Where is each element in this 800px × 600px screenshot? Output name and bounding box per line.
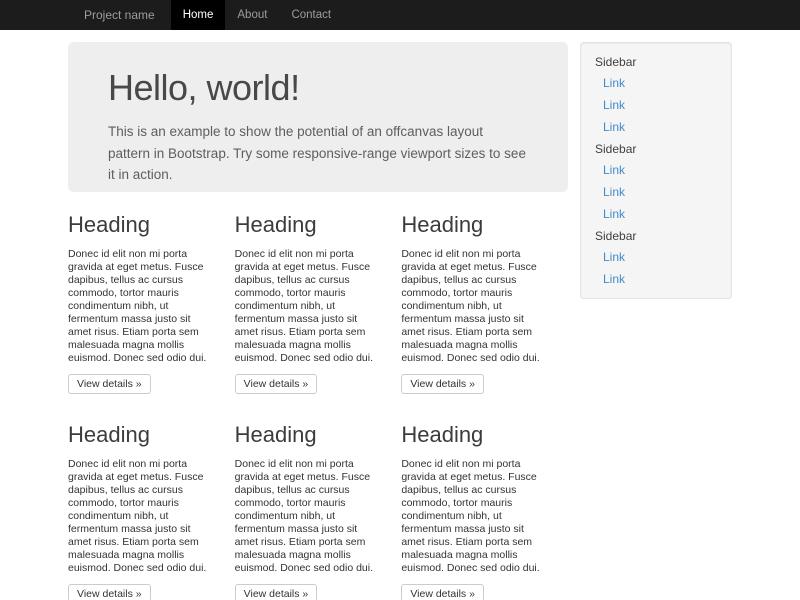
view-details-button[interactable]: View details » (235, 584, 318, 600)
sidebar-link[interactable]: Link (595, 268, 717, 290)
cards-row-1: Heading Donec id elit non mi porta gravi… (68, 206, 568, 394)
page-container: Hello, world! This is an example to show… (68, 30, 732, 600)
view-details-button[interactable]: View details » (68, 374, 151, 394)
sidebar-group-header: Sidebar (595, 51, 717, 72)
nav-item-contact[interactable]: Contact (279, 0, 343, 30)
card-heading: Heading (68, 422, 217, 448)
navbar-inner: Project name Home About Contact (68, 0, 800, 30)
card: Heading Donec id elit non mi porta gravi… (401, 206, 568, 394)
sidebar-link[interactable]: Link (595, 203, 717, 225)
navbar-nav: Home About Contact (171, 0, 343, 30)
card-heading: Heading (68, 212, 217, 238)
cards-row-2: Heading Donec id elit non mi porta gravi… (68, 416, 568, 600)
card-heading: Heading (401, 212, 550, 238)
content-row: Hello, world! This is an example to show… (68, 30, 732, 600)
sidebar-link[interactable]: Link (595, 116, 717, 138)
sidebar-link[interactable]: Link (595, 94, 717, 116)
sidebar-group-header: Sidebar (595, 138, 717, 159)
card: Heading Donec id elit non mi porta gravi… (68, 206, 235, 394)
card-heading: Heading (235, 212, 384, 238)
navbar: Project name Home About Contact (0, 0, 800, 30)
nav-item-about[interactable]: About (225, 0, 279, 30)
nav-item-home[interactable]: Home (171, 0, 226, 30)
sidebar-link[interactable]: Link (595, 246, 717, 268)
card-body: Donec id elit non mi porta gravida at eg… (401, 458, 550, 575)
jumbotron-text: This is an example to show the potential… (108, 121, 528, 186)
card-body: Donec id elit non mi porta gravida at eg… (401, 248, 550, 365)
card: Heading Donec id elit non mi porta gravi… (235, 206, 402, 394)
sidebar-group-header: Sidebar (595, 225, 717, 246)
card-body: Donec id elit non mi porta gravida at eg… (68, 458, 217, 575)
main-column: Hello, world! This is an example to show… (68, 30, 568, 600)
jumbotron-title: Hello, world! (108, 67, 528, 109)
card-body: Donec id elit non mi porta gravida at eg… (235, 248, 384, 365)
card-heading: Heading (401, 422, 550, 448)
navbar-brand[interactable]: Project name (68, 0, 171, 30)
view-details-button[interactable]: View details » (401, 374, 484, 394)
card-body: Donec id elit non mi porta gravida at eg… (68, 248, 217, 365)
card: Heading Donec id elit non mi porta gravi… (401, 416, 568, 600)
sidebar-link[interactable]: Link (595, 159, 717, 181)
card: Heading Donec id elit non mi porta gravi… (68, 416, 235, 600)
sidebar-link[interactable]: Link (595, 181, 717, 203)
sidebar: Sidebar Link Link Link Sidebar Link Link… (568, 42, 732, 600)
card-heading: Heading (235, 422, 384, 448)
card: Heading Donec id elit non mi porta gravi… (235, 416, 402, 600)
view-details-button[interactable]: View details » (68, 584, 151, 600)
sidebar-link[interactable]: Link (595, 72, 717, 94)
card-body: Donec id elit non mi porta gravida at eg… (235, 458, 384, 575)
jumbotron: Hello, world! This is an example to show… (68, 42, 568, 192)
view-details-button[interactable]: View details » (401, 584, 484, 600)
view-details-button[interactable]: View details » (235, 374, 318, 394)
sidebar-well: Sidebar Link Link Link Sidebar Link Link… (580, 42, 732, 299)
